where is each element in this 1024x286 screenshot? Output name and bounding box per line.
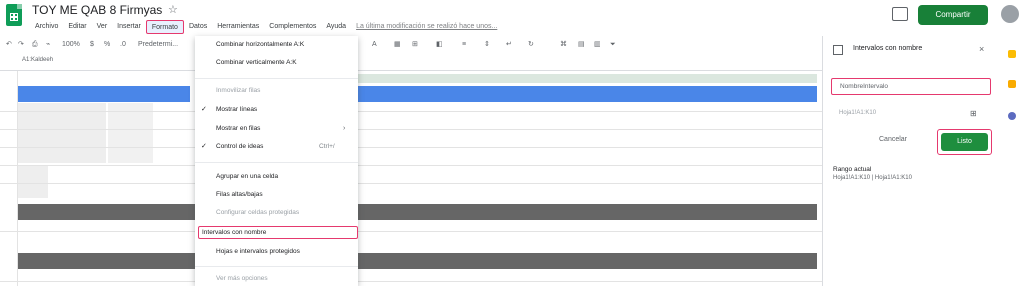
- keep-icon[interactable]: [1008, 50, 1016, 58]
- redo-icon[interactable]: ↷: [18, 39, 24, 51]
- menu-separator: [195, 162, 358, 163]
- link-icon[interactable]: ⌘: [560, 39, 567, 51]
- avatar[interactable]: [1001, 5, 1019, 23]
- menu-option[interactable]: Filas altas/bajas: [216, 190, 263, 200]
- menu-option[interactable]: Mostrar en filas: [216, 124, 260, 134]
- align-left-icon[interactable]: ≡: [462, 39, 466, 51]
- name-box[interactable]: A1:Kaldeeh: [22, 57, 53, 63]
- share-button[interactable]: Compartir: [918, 5, 988, 25]
- toolbar: ↶ ↷ ⎙ ⌁ 100% $ % .0 Predetermi... A ▦ ⊞ …: [0, 37, 822, 53]
- row-divider: [0, 165, 822, 166]
- sheets-logo-icon[interactable]: [6, 4, 22, 26]
- menu-view[interactable]: Ver: [92, 20, 113, 34]
- undo-icon[interactable]: ↶: [6, 39, 12, 51]
- header-row-left[interactable]: [18, 253, 195, 269]
- check-icon: ✓: [201, 106, 207, 113]
- menu-separator: [195, 78, 358, 79]
- header-row-right[interactable]: [358, 253, 817, 269]
- column-divider: [17, 71, 18, 286]
- range-field[interactable]: Hoja1!A1:K10: [839, 110, 876, 116]
- table-icon: [833, 45, 843, 55]
- font-select[interactable]: Predetermi...: [138, 39, 178, 51]
- select-range-icon[interactable]: ⊞: [970, 109, 977, 118]
- header-row-left[interactable]: [18, 204, 195, 220]
- panel-title: Intervalos con nombre: [853, 45, 923, 52]
- submenu-arrow-icon: ›: [343, 125, 346, 132]
- menu-bar: Archivo Editar Ver Insertar Formato Dato…: [30, 20, 502, 34]
- zoom-select[interactable]: 100%: [62, 39, 80, 51]
- paint-format-icon[interactable]: ⌁: [46, 39, 50, 51]
- print-icon[interactable]: ⎙: [32, 39, 38, 51]
- cell-block[interactable]: [18, 166, 48, 198]
- menu-edit[interactable]: Editar: [63, 20, 91, 34]
- menu-tools[interactable]: Herramientas: [212, 20, 264, 34]
- comment-icon[interactable]: ▤: [578, 39, 585, 51]
- menu-option[interactable]: Hojas e intervalos protegidos: [216, 247, 300, 257]
- calendar-icon[interactable]: [1008, 112, 1016, 120]
- menu-option[interactable]: Combinar verticalmente A:K: [216, 58, 297, 68]
- menu-option[interactable]: Combinar horizontalmente A:K: [216, 40, 304, 50]
- range-name-input[interactable]: NombreIntervalo: [831, 78, 991, 95]
- filter-icon[interactable]: ⏷: [610, 39, 616, 51]
- percent-icon[interactable]: %: [104, 39, 110, 51]
- row-divider: [0, 231, 822, 232]
- rotate-icon[interactable]: ↻: [528, 39, 534, 51]
- menu-format[interactable]: Formato: [145, 20, 184, 34]
- row-divider: [0, 183, 822, 184]
- decimal-icon[interactable]: .0: [120, 39, 126, 51]
- menu-data[interactable]: Datos: [184, 20, 212, 34]
- currency-icon[interactable]: $: [90, 39, 94, 51]
- row-divider: [0, 147, 822, 148]
- done-button-highlight: Listo: [937, 129, 992, 155]
- menu-option[interactable]: Agrupar en una celda: [216, 172, 278, 182]
- check-icon: ✓: [201, 143, 207, 150]
- header-row-right[interactable]: [358, 204, 817, 220]
- menu-separator: [195, 266, 358, 267]
- fill-color-icon[interactable]: ◧: [436, 39, 443, 51]
- comment-history-icon[interactable]: [892, 7, 908, 21]
- valign-icon[interactable]: ⇕: [484, 39, 490, 51]
- selected-row-left[interactable]: [18, 86, 190, 102]
- row-divider: [0, 281, 822, 282]
- menu-insert[interactable]: Insertar: [112, 20, 146, 34]
- menu-option[interactable]: Mostrar líneas: [216, 105, 257, 115]
- text-color-icon[interactable]: A: [372, 39, 377, 51]
- tasks-icon[interactable]: [1008, 80, 1016, 88]
- row-divider: [0, 111, 822, 112]
- cancel-button[interactable]: Cancelar: [879, 136, 907, 143]
- column-header-band: [357, 74, 817, 83]
- named-ranges-panel: Intervalos con nombre × NombreIntervalo …: [822, 36, 998, 286]
- document-title[interactable]: TOY ME QAB 8 Firmyas: [32, 3, 162, 17]
- last-edit-link[interactable]: La última modificación se realizó hace u…: [351, 20, 502, 34]
- spreadsheet-grid[interactable]: [0, 71, 822, 286]
- menu-option-named-ranges[interactable]: Intervalos con nombre: [202, 228, 266, 238]
- menu-help[interactable]: Ayuda: [321, 20, 351, 34]
- menu-addons[interactable]: Complementos: [264, 20, 321, 34]
- cell-block[interactable]: [108, 103, 153, 163]
- menu-option[interactable]: Ver más opciones: [216, 274, 268, 284]
- close-icon[interactable]: ×: [979, 44, 984, 54]
- chart-icon[interactable]: ▥: [594, 39, 601, 51]
- row-divider: [0, 129, 822, 130]
- menu-shortcut: Ctrl+/: [319, 143, 335, 150]
- menu-option[interactable]: Inmovilizar filas: [216, 86, 260, 96]
- merge-icon[interactable]: ⊞: [412, 39, 418, 51]
- section-subtitle: Hoja1!A1:K10 | Hoja1!A1:K10: [833, 175, 912, 181]
- cell-block[interactable]: [18, 103, 106, 163]
- format-dropdown-menu: Combinar horizontalmente A:K Combinar ve…: [195, 36, 358, 286]
- star-icon[interactable]: ☆: [168, 3, 178, 16]
- selected-row-right[interactable]: [358, 86, 817, 102]
- done-button[interactable]: Listo: [941, 133, 988, 151]
- menu-option[interactable]: Control de ideas: [216, 142, 263, 152]
- side-rail: [998, 36, 1024, 286]
- borders-icon[interactable]: ▦: [394, 39, 401, 51]
- wrap-icon[interactable]: ↵: [506, 39, 512, 51]
- section-title: Rango actual: [833, 166, 872, 173]
- menu-file[interactable]: Archivo: [30, 20, 63, 34]
- menu-option[interactable]: Configurar celdas protegidas: [216, 208, 299, 218]
